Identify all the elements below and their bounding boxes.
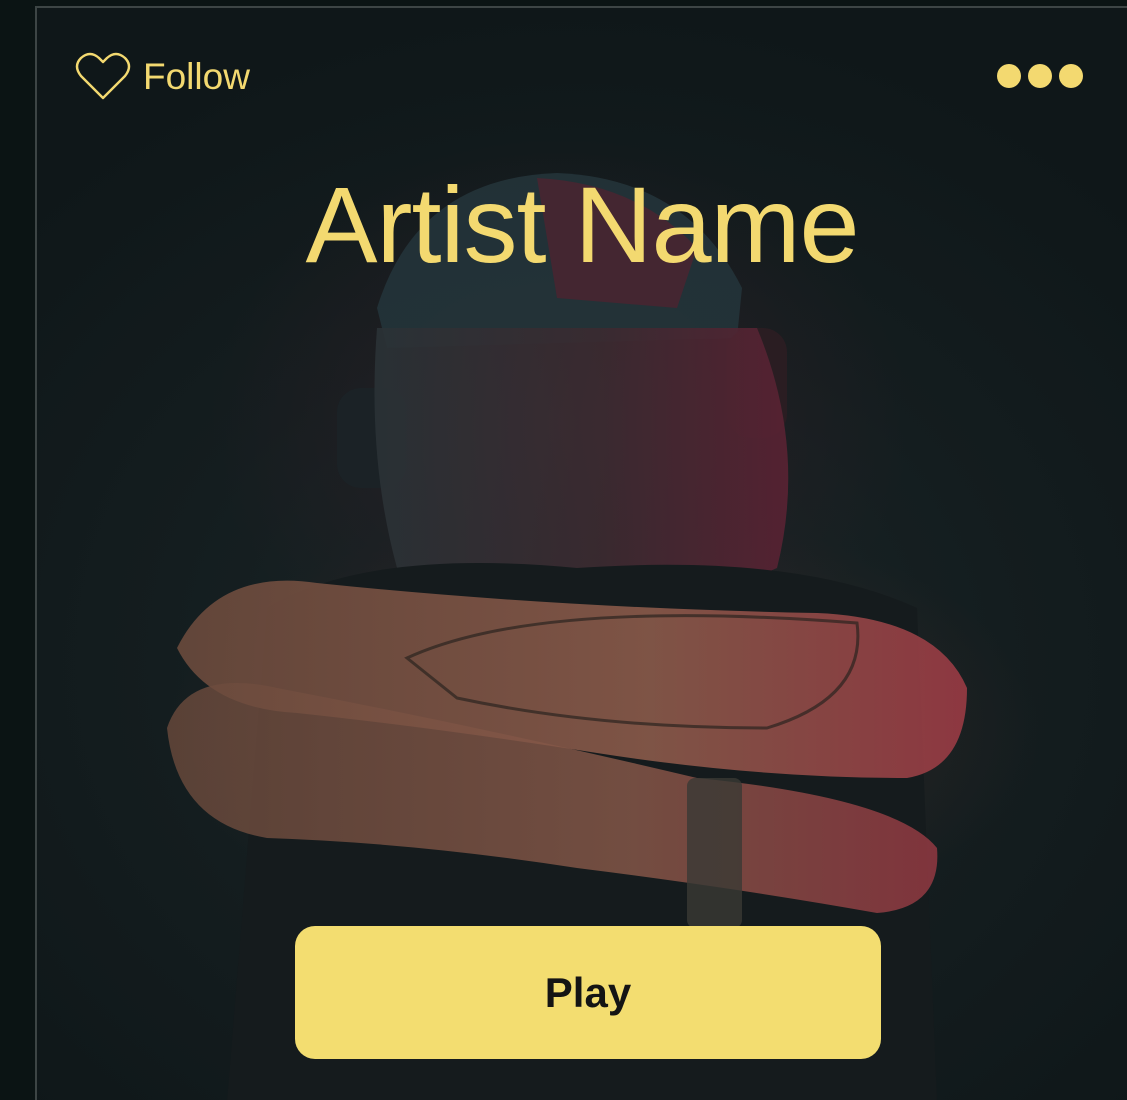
artist-name: Artist Name (305, 164, 859, 285)
play-button[interactable]: Play (295, 926, 881, 1059)
app-background: Follow Artist Name Play (0, 0, 1127, 1100)
follow-label: Follow (143, 55, 250, 97)
more-options-button[interactable] (997, 58, 1083, 94)
more-horizontal-icon (1059, 64, 1083, 88)
artist-card: Follow Artist Name Play (35, 6, 1127, 1100)
more-horizontal-icon (1028, 64, 1052, 88)
heart-outline-icon (75, 52, 131, 100)
follow-button[interactable]: Follow (75, 50, 250, 102)
top-bar: Follow (75, 48, 1083, 104)
more-horizontal-icon (997, 64, 1021, 88)
